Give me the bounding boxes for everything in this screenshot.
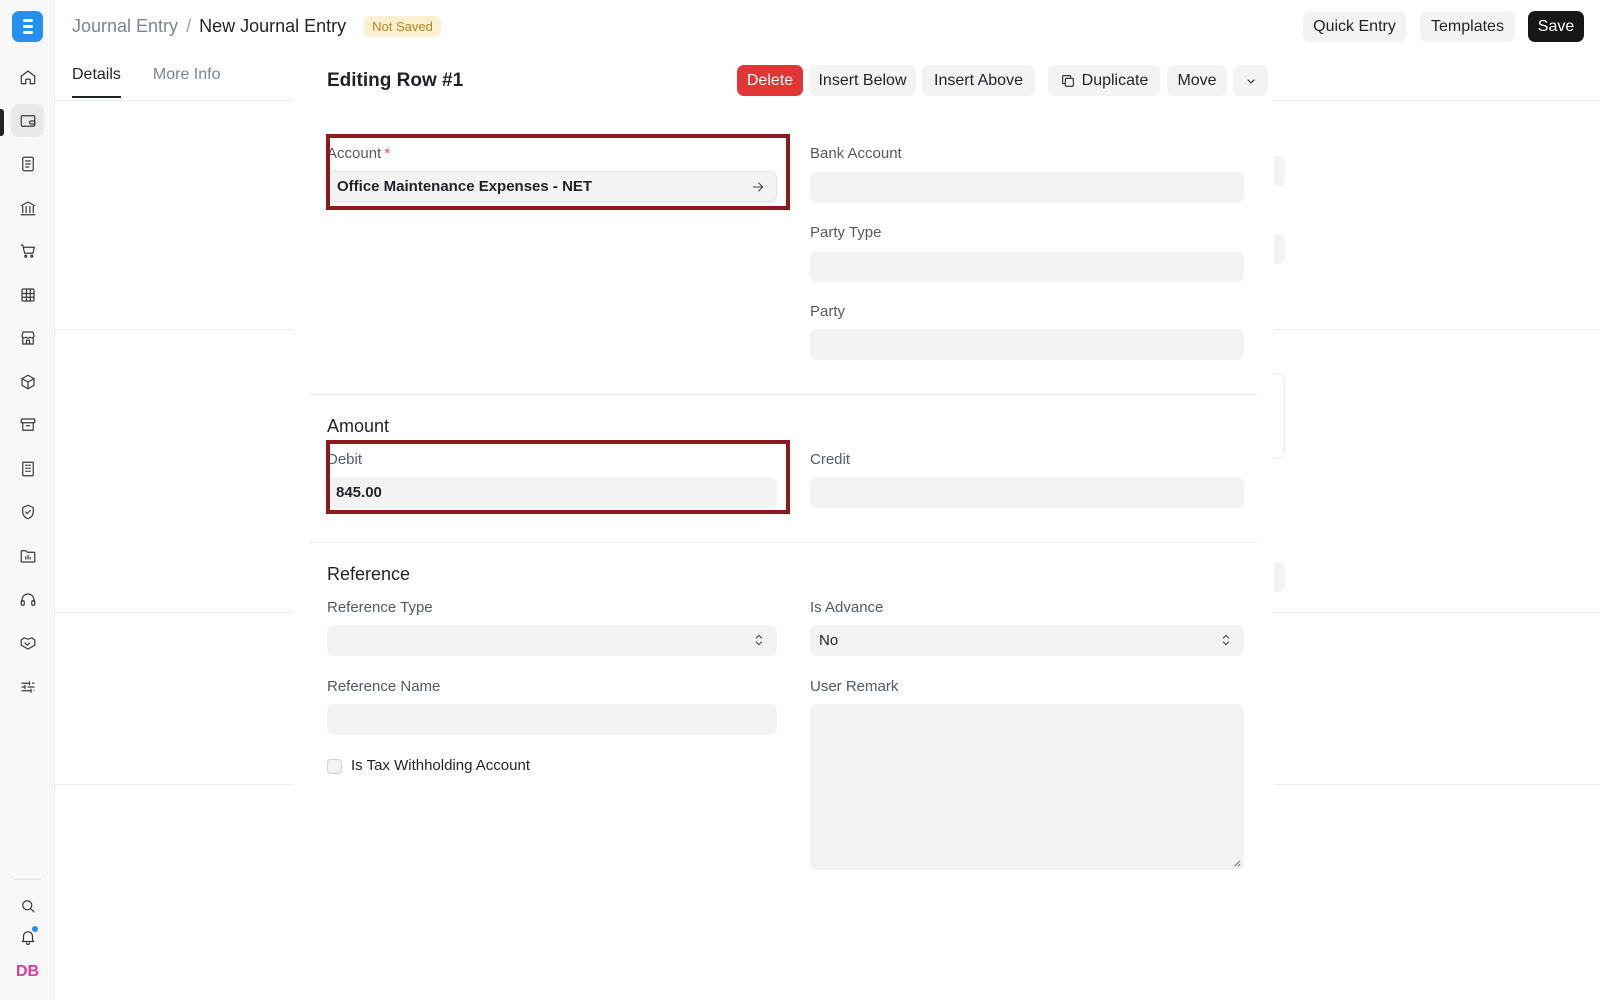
store-icon[interactable] [11,321,44,354]
box-icon[interactable] [11,365,44,398]
more-actions-button[interactable] [1233,65,1268,96]
amount-section-title: Amount [327,416,390,436]
page-header: Journal Entry / New Journal Entry Not Sa… [55,0,1600,53]
user-remark-textarea[interactable] [810,704,1244,870]
bank-account-field[interactable] [810,172,1244,203]
party-type-field[interactable] [810,251,1244,282]
notification-dot [31,925,39,933]
home-icon[interactable] [11,60,44,93]
tab-details[interactable]: Details [72,66,121,98]
section-divider [310,394,1257,395]
shield-icon[interactable] [11,495,44,528]
account-label-text: Account [327,145,382,162]
sidebar-divider [14,879,41,880]
party-type-label: Party Type [810,224,882,241]
logo-bar [23,25,33,28]
app-logo[interactable] [12,11,43,42]
is-advance-label: Is Advance [810,599,884,616]
document-icon[interactable] [11,147,44,180]
insert-below-button[interactable]: Insert Below [809,65,916,96]
reference-name-label: Reference Name [327,678,441,695]
active-indicator [0,109,4,136]
debit-field[interactable]: 845.00 [327,477,777,508]
duplicate-button[interactable]: Duplicate [1048,65,1160,96]
tax-withholding-label[interactable]: Is Tax Withholding Account [351,757,530,774]
building-icon[interactable] [11,452,44,485]
page-title: New Journal Entry [199,16,347,36]
status-badge: Not Saved [364,16,441,37]
party-field[interactable] [810,329,1244,360]
save-button[interactable]: Save [1528,11,1584,42]
reference-name-field[interactable] [327,704,777,735]
move-button[interactable]: Move [1167,65,1227,96]
copy-icon [1061,74,1074,87]
table-icon[interactable] [11,278,44,311]
handshake-icon[interactable] [11,626,44,659]
required-marker: * [384,145,391,162]
select-arrows-icon [1218,632,1234,648]
form-tabs: Details More Info [72,66,221,98]
user-remark-label: User Remark [810,678,899,695]
avatar[interactable]: DB [14,958,41,985]
sidebar: DB [0,0,55,1000]
logo-bar [23,19,33,22]
folder-chart-icon[interactable] [11,539,44,572]
account-label: Account * [327,145,390,162]
credit-field[interactable] [810,477,1244,508]
reference-type-label: Reference Type [327,599,433,616]
insert-above-button[interactable]: Insert Above [922,65,1035,96]
debit-label: Debit [327,451,363,468]
breadcrumb-parent[interactable]: Journal Entry [72,16,178,37]
reference-type-select[interactable] [327,625,777,656]
logo-bar [23,31,33,34]
templates-button[interactable]: Templates [1420,11,1515,42]
resize-grip-icon[interactable] [1233,859,1241,867]
account-value: Office Maintenance Expenses - NET [337,178,593,195]
breadcrumb-separator: / [186,16,192,36]
headset-icon[interactable] [11,583,44,616]
bank-icon[interactable] [11,191,44,224]
credit-label: Credit [810,451,851,468]
archive-icon[interactable] [11,408,44,441]
party-label: Party [810,303,846,320]
is-advance-value: No [819,632,839,649]
row-edit-panel: Editing Row #1 Delete Insert Below Inser… [293,53,1274,1000]
arrow-right-icon[interactable] [750,179,766,195]
section-divider [310,542,1257,543]
select-arrows-icon [751,632,767,648]
bank-account-label: Bank Account [810,145,902,162]
reference-section-title: Reference [327,564,411,584]
sliders-icon[interactable] [11,670,44,703]
delete-button[interactable]: Delete [737,65,803,96]
wallet-icon[interactable] [11,104,44,137]
modal-title: Editing Row #1 [327,70,464,91]
account-field[interactable]: Office Maintenance Expenses - NET [327,171,777,202]
search-icon[interactable] [11,889,44,922]
bell-icon[interactable] [11,920,44,953]
cart-icon[interactable] [11,234,44,267]
quick-entry-button[interactable]: Quick Entry [1303,11,1406,42]
tax-withholding-checkbox[interactable] [327,759,342,774]
duplicate-label: Duplicate [1081,71,1149,89]
is-advance-select[interactable]: No [810,625,1244,656]
breadcrumb: Journal Entry / New Journal Entry Not Sa… [72,16,441,37]
chevron-down-icon [1246,78,1255,84]
tab-more-info[interactable]: More Info [153,66,221,98]
